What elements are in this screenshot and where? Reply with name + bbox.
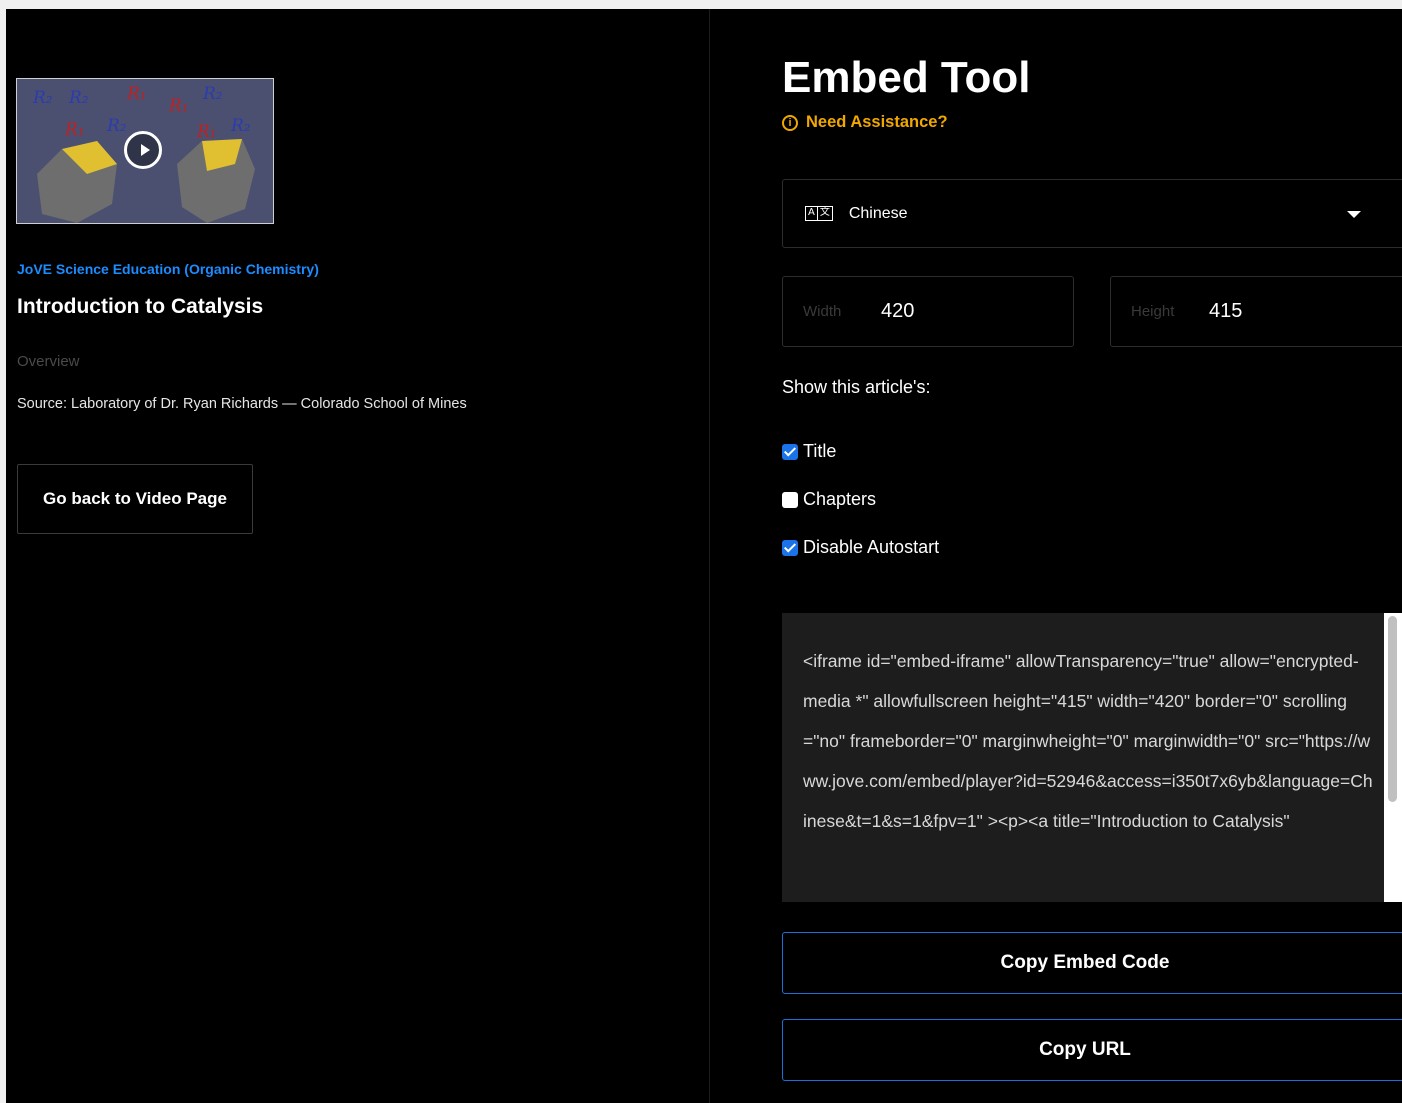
svg-text:R₁: R₁: [196, 122, 217, 142]
width-value[interactable]: 420: [881, 300, 914, 323]
option-disable-autostart[interactable]: Disable Autostart: [782, 537, 939, 558]
svg-text:R₁: R₁: [64, 120, 85, 140]
option-title[interactable]: Title: [782, 441, 836, 462]
chapters-checkbox[interactable]: [782, 491, 798, 508]
embed-code-text[interactable]: <iframe id="embed-iframe" allowTranspare…: [803, 641, 1373, 841]
title-checkbox[interactable]: [782, 443, 798, 460]
copy-embed-code-button[interactable]: Copy Embed Code: [782, 932, 1402, 994]
embed-code-textarea[interactable]: <iframe id="embed-iframe" allowTranspare…: [782, 613, 1402, 902]
source-text: Source: Laboratory of Dr. Ryan Richards …: [17, 396, 467, 412]
show-options-label: Show this article's:: [782, 377, 931, 397]
disable-autostart-checkbox[interactable]: [782, 539, 798, 556]
title-option-label: Title: [803, 441, 837, 461]
svg-text:R₂: R₂: [230, 116, 251, 136]
video-title: Introduction to Catalysis: [17, 295, 264, 318]
page-title: Embed Tool: [782, 53, 1031, 102]
play-icon[interactable]: [124, 131, 162, 169]
embed-page: R₂ R₂ R₁ R₁ R₂ R₁ R₂ R₁ R₂ JoVE Science …: [6, 9, 1402, 1103]
overview-label: Overview: [17, 353, 80, 370]
svg-text:R₁: R₁: [126, 84, 147, 104]
caret-down-icon: [1347, 211, 1361, 218]
svg-text:R₂: R₂: [68, 88, 89, 108]
chapters-option-label: Chapters: [803, 489, 877, 509]
need-assistance-label: Need Assistance?: [806, 113, 948, 131]
svg-text:R₁: R₁: [168, 96, 189, 116]
svg-text:R₂: R₂: [106, 116, 127, 136]
info-icon: i: [782, 114, 798, 131]
code-scrollbar-thumb[interactable]: [1388, 616, 1397, 802]
video-thumbnail[interactable]: R₂ R₂ R₁ R₁ R₂ R₁ R₂ R₁ R₂: [16, 78, 274, 224]
height-value[interactable]: 415: [1209, 300, 1242, 323]
column-divider: [709, 9, 710, 1103]
width-field[interactable]: Width 420: [782, 276, 1074, 347]
svg-text:R₂: R₂: [32, 88, 53, 108]
language-select[interactable]: A 文 Chinese: [782, 179, 1402, 248]
translate-icon: A 文: [805, 206, 833, 221]
option-chapters[interactable]: Chapters: [782, 489, 876, 510]
translate-icon-right: 文: [819, 207, 830, 218]
back-to-video-button[interactable]: Go back to Video Page: [17, 464, 253, 534]
height-label: Height: [1131, 303, 1175, 320]
need-assistance-link[interactable]: i Need Assistance?: [782, 113, 948, 132]
copy-url-button[interactable]: Copy URL: [782, 1019, 1402, 1081]
disable-autostart-option-label: Disable Autostart: [803, 537, 940, 557]
svg-text:R₂: R₂: [202, 84, 223, 104]
code-scrollbar[interactable]: [1384, 613, 1402, 902]
width-label: Width: [803, 303, 842, 320]
translate-icon-left: A: [806, 207, 818, 220]
height-field[interactable]: Height 415: [1110, 276, 1402, 347]
source-link[interactable]: JoVE Science Education (Organic Chemistr…: [17, 261, 319, 277]
language-selected: Chinese: [848, 204, 908, 222]
